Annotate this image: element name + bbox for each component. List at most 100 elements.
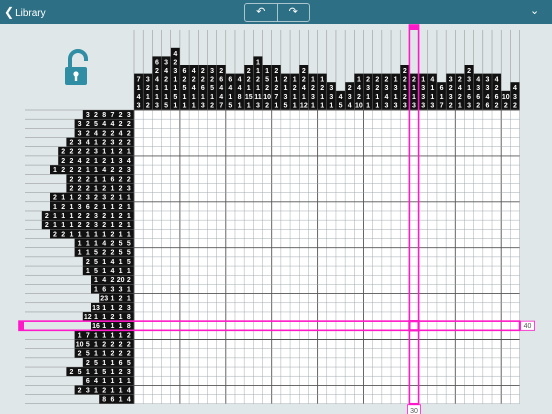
row-clue-number: 2 (119, 176, 123, 183)
column-clue-number: 2 (495, 85, 499, 92)
column-clue-number: 3 (155, 102, 159, 109)
row-clue-number: 2 (119, 121, 123, 128)
row-clue-number: 1 (78, 332, 82, 339)
row-clue-number: 1 (127, 286, 131, 293)
row-clue-number: 1 (102, 176, 106, 183)
row-clue-number: 1 (69, 222, 73, 229)
column-clue-number: 4 (302, 85, 306, 92)
column-clue-number: 3 (485, 85, 489, 92)
row-clue-number: 2 (86, 185, 90, 192)
column-clue-number: 2 (274, 85, 278, 92)
column-clue-number: 7 (137, 77, 141, 84)
row-clue-number: 2 (119, 351, 123, 358)
row-clue-number: 2 (110, 314, 114, 321)
column-clue-number: 3 (366, 85, 370, 92)
row-clue-number: 5 (127, 250, 131, 257)
row-clue-number: 3 (78, 130, 82, 137)
row-clue-number: 2 (78, 176, 82, 183)
column-clue-number: 4 (219, 85, 223, 92)
column-clue-number: 1 (394, 94, 398, 101)
row-clue-number: 2 (127, 130, 131, 137)
column-clue-number: 1 (201, 94, 205, 101)
column-clue-number: 5 (183, 85, 187, 92)
column-clue-number: 4 (357, 85, 361, 92)
column-clue-number: 1 (394, 77, 398, 84)
column-clue-number: 3 (421, 85, 425, 92)
row-clue-bg (66, 367, 134, 377)
row-clue-number: 8 (127, 314, 131, 321)
row-clue-number: 2 (61, 149, 65, 156)
column-clue-number: 1 (155, 85, 159, 92)
row-clue-number: 1 (94, 140, 98, 147)
column-clue-number: 2 (357, 94, 361, 101)
column-clue-number: 4 (137, 94, 141, 101)
column-clue-number: 2 (201, 68, 205, 75)
row-clue-number: 4 (102, 241, 106, 248)
column-clue-number: 1 (228, 94, 232, 101)
row-clue-number: 1 (94, 176, 98, 183)
row-clue-number: 5 (119, 241, 123, 248)
column-clue-number: 7 (219, 102, 223, 109)
column-clue-number: 6 (495, 94, 499, 101)
row-clue-number: 7 (110, 112, 114, 119)
column-clue-number: 1 (146, 94, 150, 101)
row-clue-number: 7 (86, 332, 90, 339)
row-clue-number: 1 (102, 314, 106, 321)
row-clue-number: 10 (76, 342, 84, 349)
column-clue-number: 1 (467, 85, 471, 92)
row-clue-number: 1 (110, 332, 114, 339)
row-clue-number: 2 (110, 277, 114, 284)
highlight-row-marker (19, 320, 24, 331)
row-clue-number: 1 (61, 213, 65, 220)
row-clue-number: 4 (110, 268, 114, 275)
row-clue-number: 23 (100, 296, 108, 303)
row-clue-number: 2 (119, 305, 123, 312)
column-clue-number: 7 (440, 102, 444, 109)
column-clue-number: 1 (137, 85, 141, 92)
row-clue-number: 2 (86, 222, 90, 229)
row-clue-number: 4 (127, 397, 131, 404)
row-clue-number: 5 (94, 360, 98, 367)
row-clue-number: 6 (110, 397, 114, 404)
row-clue-number: 1 (119, 332, 123, 339)
column-clue-number: 2 (366, 77, 370, 84)
column-clue-number: 4 (513, 85, 517, 92)
column-clue-number: 5 (210, 85, 214, 92)
row-clue-number: 2 (127, 140, 131, 147)
row-clue-number: 2 (110, 195, 114, 202)
row-clue-number: 2 (102, 342, 106, 349)
row-clue-number: 2 (61, 231, 65, 238)
column-clue-number: 1 (164, 94, 168, 101)
row-clue-number: 3 (78, 121, 82, 128)
row-clue-number: 1 (69, 213, 73, 220)
row-clue-number: 2 (86, 213, 90, 220)
column-index-label: 30 (410, 408, 418, 414)
row-clue-number: 1 (86, 167, 90, 174)
column-clue-number: 5 (284, 102, 288, 109)
column-clue-number: 1 (183, 94, 187, 101)
row-clue-number: 2 (78, 195, 82, 202)
row-clue-number: 2 (119, 149, 123, 156)
column-clue-number: 1 (265, 68, 269, 75)
row-clue-number: 1 (102, 149, 106, 156)
column-clue-number: 2 (467, 68, 471, 75)
row-clue-number: 2 (61, 204, 65, 211)
column-clue-number: 2 (375, 77, 379, 84)
row-clue-number: 2 (102, 158, 106, 165)
row-clue-number: 1 (78, 241, 82, 248)
row-clue-number: 2 (119, 296, 123, 303)
column-clue-number: 1 (173, 102, 177, 109)
row-clue-number: 2 (78, 213, 82, 220)
column-clue-number: 4 (495, 77, 499, 84)
row-clue-number: 2 (110, 167, 114, 174)
row-clue-number: 2 (69, 176, 73, 183)
row-clue-number: 1 (102, 305, 106, 312)
column-clue-number: 7 (274, 94, 278, 101)
row-clue-number: 1 (53, 222, 57, 229)
row-clue-number: 1 (53, 167, 57, 174)
column-clue-number: 3 (137, 102, 141, 109)
row-clue-number: 2 (127, 121, 131, 128)
row-clue-number: 1 (102, 360, 106, 367)
row-clue-number: 4 (102, 121, 106, 128)
row-clue-number: 1 (102, 332, 106, 339)
